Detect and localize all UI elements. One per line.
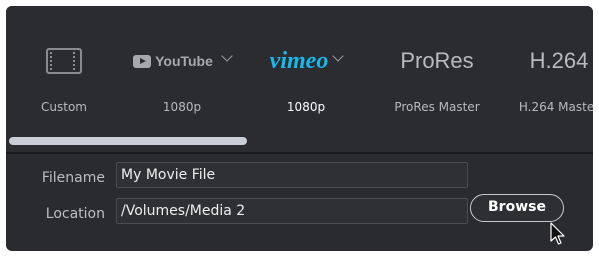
preset-h264[interactable]: H.264 H.264 Master (506, 6, 593, 126)
film-icon (46, 48, 82, 74)
preset-custom[interactable]: Custom (6, 6, 122, 126)
preset-custom-logo (6, 44, 122, 78)
browse-button[interactable]: Browse (470, 194, 564, 222)
preset-prores[interactable]: ProRes ProRes Master (380, 6, 494, 126)
prores-logo: ProRes (380, 44, 494, 78)
h264-logo-text: H.264 (529, 48, 589, 73)
preset-label: 1080p (162, 100, 202, 114)
preset-strip: Custom YouTube 1080p vimeo 1080p ProRes (6, 6, 593, 154)
filename-input[interactable]: My Movie File (116, 162, 468, 188)
chevron-down-icon[interactable] (332, 50, 344, 62)
preset-label: ProRes Master (394, 100, 480, 114)
prores-logo-text: ProRes (400, 48, 474, 73)
mouse-cursor-icon (550, 222, 565, 245)
preset-label: 1080p (286, 100, 326, 114)
filename-label: Filename (41, 170, 105, 186)
chevron-down-icon[interactable] (221, 50, 233, 62)
divider (6, 152, 593, 154)
location-input[interactable]: /Volumes/Media 2 (116, 198, 468, 224)
preset-youtube[interactable]: YouTube 1080p (124, 6, 240, 126)
youtube-play-icon (133, 54, 152, 68)
vimeo-logo: vimeo (248, 44, 364, 78)
preset-scrollbar[interactable] (6, 136, 593, 148)
scrollbar-thumb[interactable] (9, 137, 247, 145)
youtube-logo-text: YouTube (155, 53, 213, 69)
vimeo-logo-text: vimeo (269, 47, 329, 74)
youtube-logo: YouTube (124, 44, 240, 78)
preset-vimeo[interactable]: vimeo 1080p (248, 6, 364, 126)
h264-logo: H.264 (506, 44, 593, 78)
preset-label: Custom (41, 100, 87, 114)
location-label: Location (45, 206, 105, 222)
preset-label: H.264 Master (518, 100, 593, 114)
